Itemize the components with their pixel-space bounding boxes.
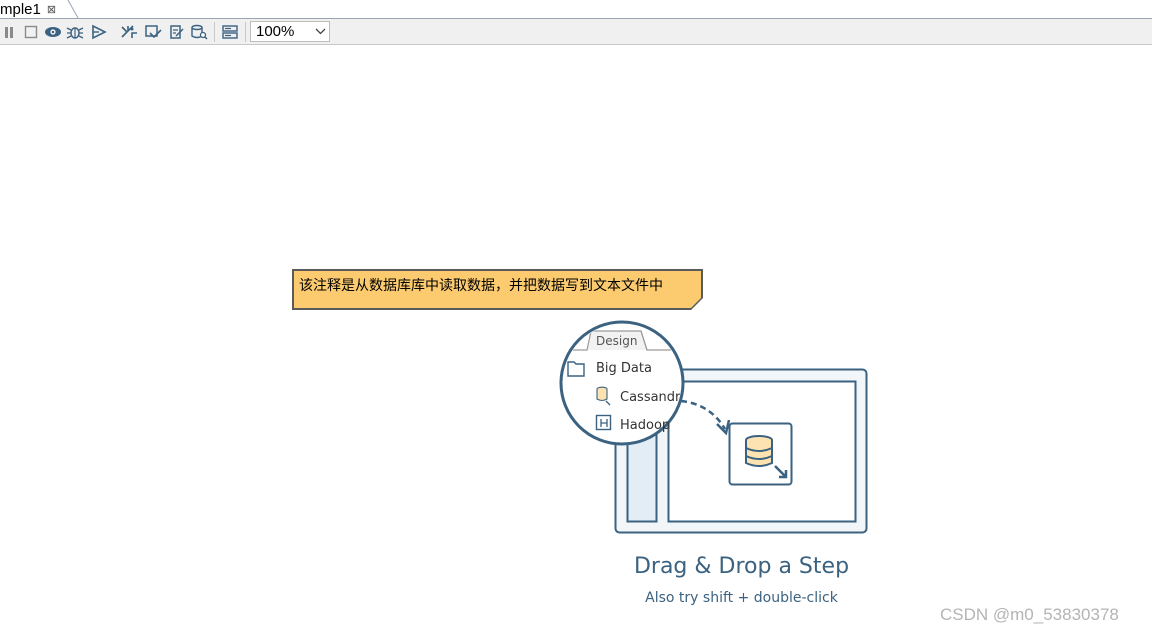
layout-icon[interactable] — [221, 23, 239, 41]
replay-icon[interactable] — [90, 23, 108, 41]
toolbar-separator — [245, 22, 246, 42]
debug-icon[interactable] — [66, 23, 84, 41]
tree-item-1-clip: Cassandr — [620, 386, 680, 408]
hadoop-letter-icon — [600, 419, 608, 427]
tab-bar: mple1 ⊠ — [0, 0, 1152, 19]
impact-icon[interactable] — [144, 23, 162, 41]
zoom-value: 100% — [256, 23, 295, 40]
preview-icon[interactable] — [44, 23, 62, 41]
tree-item-2: Hadoop — [620, 418, 671, 433]
tab-title: mple1 — [0, 1, 41, 18]
toolbar: 100% — [0, 19, 1152, 45]
step-icon — [728, 422, 793, 486]
tree-item-1: Cassandr — [620, 390, 680, 405]
check-icon[interactable] — [120, 23, 138, 41]
drag-drop-illustration — [559, 320, 868, 534]
drag-drop-title: Drag & Drop a Step — [633, 554, 850, 579]
explore-db-icon[interactable] — [190, 23, 208, 41]
pause-icon[interactable] — [0, 23, 18, 41]
canvas-note[interactable]: 该注释是从数据库库中读取数据，并把数据写到文本文件中 — [292, 269, 703, 310]
chevron-down-icon[interactable] — [311, 28, 329, 35]
note-fold-icon — [690, 297, 703, 310]
zoom-select[interactable]: 100% — [250, 21, 330, 42]
stop-icon[interactable] — [22, 23, 40, 41]
note-text: 该注释是从数据库库中读取数据，并把数据写到文本文件中 — [299, 278, 663, 294]
sql-icon[interactable] — [167, 23, 185, 41]
drag-drop-subtitle: Also try shift + double-click — [645, 590, 838, 606]
design-tab-label: Design — [596, 334, 638, 348]
toolbar-separator — [214, 22, 215, 42]
tree-item-2-clip: Hadoop — [620, 414, 672, 436]
watermark: CSDN @m0_53830378 — [940, 605, 1119, 624]
tab-transformation[interactable]: mple1 ⊠ — [0, 0, 62, 19]
close-icon[interactable]: ⊠ — [47, 3, 56, 16]
tab-edge-decoration — [67, 0, 79, 19]
tree-folder-label: Big Data — [596, 361, 652, 376]
